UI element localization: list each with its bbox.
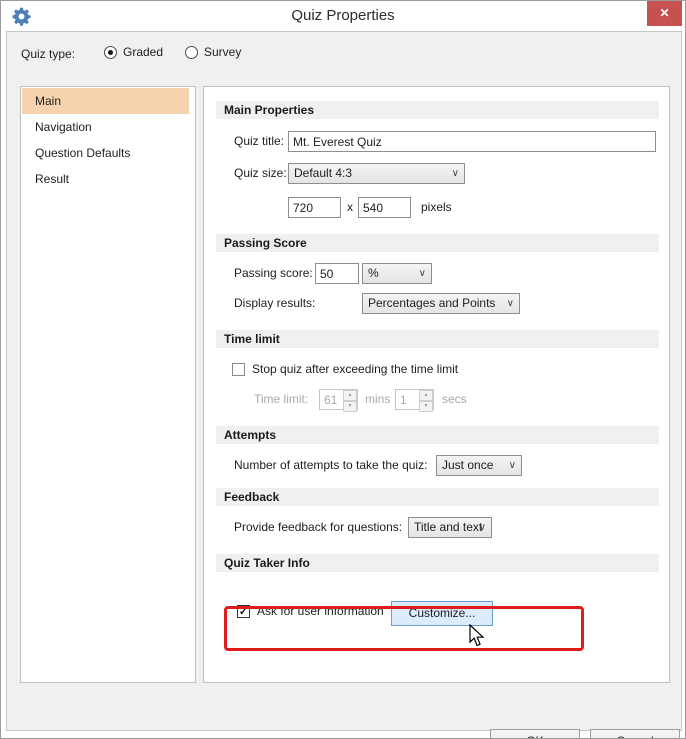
attempts-label: Number of attempts to take the quiz:: [234, 455, 427, 476]
close-icon: ✕: [659, 6, 669, 20]
stop-quiz-label: Stop quiz after exceeding the time limit: [252, 359, 458, 380]
secs-label: secs: [442, 389, 467, 410]
feedback-value: Title and text: [414, 520, 482, 534]
chevron-down-icon: ∨: [507, 294, 514, 313]
chevron-down-icon: ∨: [509, 456, 516, 475]
feedback-label: Provide feedback for questions:: [234, 517, 402, 538]
quiz-title-input[interactable]: [288, 131, 656, 152]
section-header-time-limit: Time limit: [216, 330, 659, 348]
radio-graded[interactable]: Graded: [104, 45, 163, 59]
section-header-feedback: Feedback: [216, 488, 659, 506]
time-limit-mins-spinner[interactable]: ▲ ▼: [319, 389, 358, 410]
chevron-down-icon: ∨: [419, 264, 426, 283]
radio-survey-label: Survey: [204, 45, 241, 59]
secs-spinner-arrows[interactable]: ▲ ▼: [419, 390, 433, 409]
passing-score-unit-value: %: [368, 266, 379, 280]
dialog-content: Quiz type: Graded Survey Main Navigation…: [6, 31, 682, 731]
display-results-label: Display results:: [234, 293, 315, 314]
mins-spinner-arrows[interactable]: ▲ ▼: [343, 390, 357, 409]
passing-score-label: Passing score:: [234, 263, 313, 284]
radio-survey-circle[interactable]: [185, 46, 198, 59]
title-bar: Quiz Properties ✕: [1, 1, 685, 31]
quiz-type-label: Quiz type:: [21, 47, 75, 61]
quiz-size-value: Default 4:3: [294, 166, 352, 180]
sidebar-item-question-defaults[interactable]: Question Defaults: [22, 140, 189, 166]
size-times-label: x: [347, 197, 353, 218]
sidebar-item-navigation[interactable]: Navigation: [22, 114, 189, 140]
passing-score-unit-select[interactable]: % ∨: [362, 263, 432, 284]
feedback-select[interactable]: Title and text ∨: [408, 517, 492, 538]
ok-button[interactable]: OK: [490, 729, 580, 739]
pixels-label: pixels: [421, 197, 452, 218]
display-results-value: Percentages and Points: [368, 296, 495, 310]
time-limit-secs-spinner[interactable]: ▲ ▼: [395, 389, 434, 410]
radio-graded-circle[interactable]: [104, 46, 117, 59]
spinner-up-icon[interactable]: ▲: [419, 390, 433, 401]
quiz-size-label: Quiz size:: [234, 163, 287, 184]
attempts-select[interactable]: Just once ∨: [436, 455, 522, 476]
sidebar: Main Navigation Question Defaults Result: [20, 86, 196, 683]
quiz-width-input[interactable]: [288, 197, 341, 218]
close-button[interactable]: ✕: [647, 1, 682, 26]
customize-button[interactable]: Customize...: [391, 601, 493, 626]
main-panel: Main Properties Quiz title: Quiz size: D…: [203, 86, 670, 683]
attempts-value: Just once: [442, 458, 493, 472]
cancel-button[interactable]: Cancel: [590, 729, 680, 739]
chevron-down-icon: ∨: [479, 518, 486, 537]
quiz-title-label: Quiz title:: [234, 131, 284, 152]
sidebar-item-result[interactable]: Result: [22, 166, 189, 192]
ask-user-info-label: Ask for user information: [257, 601, 384, 622]
window-title: Quiz Properties: [1, 1, 685, 31]
checkmark-icon: ✓: [239, 606, 248, 618]
section-header-passing-score: Passing Score: [216, 234, 659, 252]
spinner-up-icon[interactable]: ▲: [343, 390, 357, 401]
passing-score-input[interactable]: [315, 263, 359, 284]
quiz-properties-dialog: Quiz Properties ✕ Quiz type: Graded Surv…: [0, 0, 686, 739]
display-results-select[interactable]: Percentages and Points ∨: [362, 293, 520, 314]
spinner-down-icon[interactable]: ▼: [419, 401, 433, 412]
radio-graded-label: Graded: [123, 45, 163, 59]
stop-quiz-checkbox[interactable]: [232, 363, 245, 376]
section-header-quiz-taker-info: Quiz Taker Info: [216, 554, 659, 572]
ask-user-info-checkbox[interactable]: ✓: [237, 605, 250, 618]
quiz-size-select[interactable]: Default 4:3 ∨: [288, 163, 465, 184]
section-header-attempts: Attempts: [216, 426, 659, 444]
section-header-main-properties: Main Properties: [216, 101, 659, 119]
chevron-down-icon: ∨: [452, 164, 459, 183]
spinner-down-icon[interactable]: ▼: [343, 401, 357, 412]
quiz-height-input[interactable]: [358, 197, 411, 218]
time-limit-label: Time limit:: [254, 389, 308, 410]
mins-label: mins: [365, 389, 390, 410]
radio-survey[interactable]: Survey: [185, 45, 241, 59]
sidebar-item-main[interactable]: Main: [22, 88, 189, 114]
